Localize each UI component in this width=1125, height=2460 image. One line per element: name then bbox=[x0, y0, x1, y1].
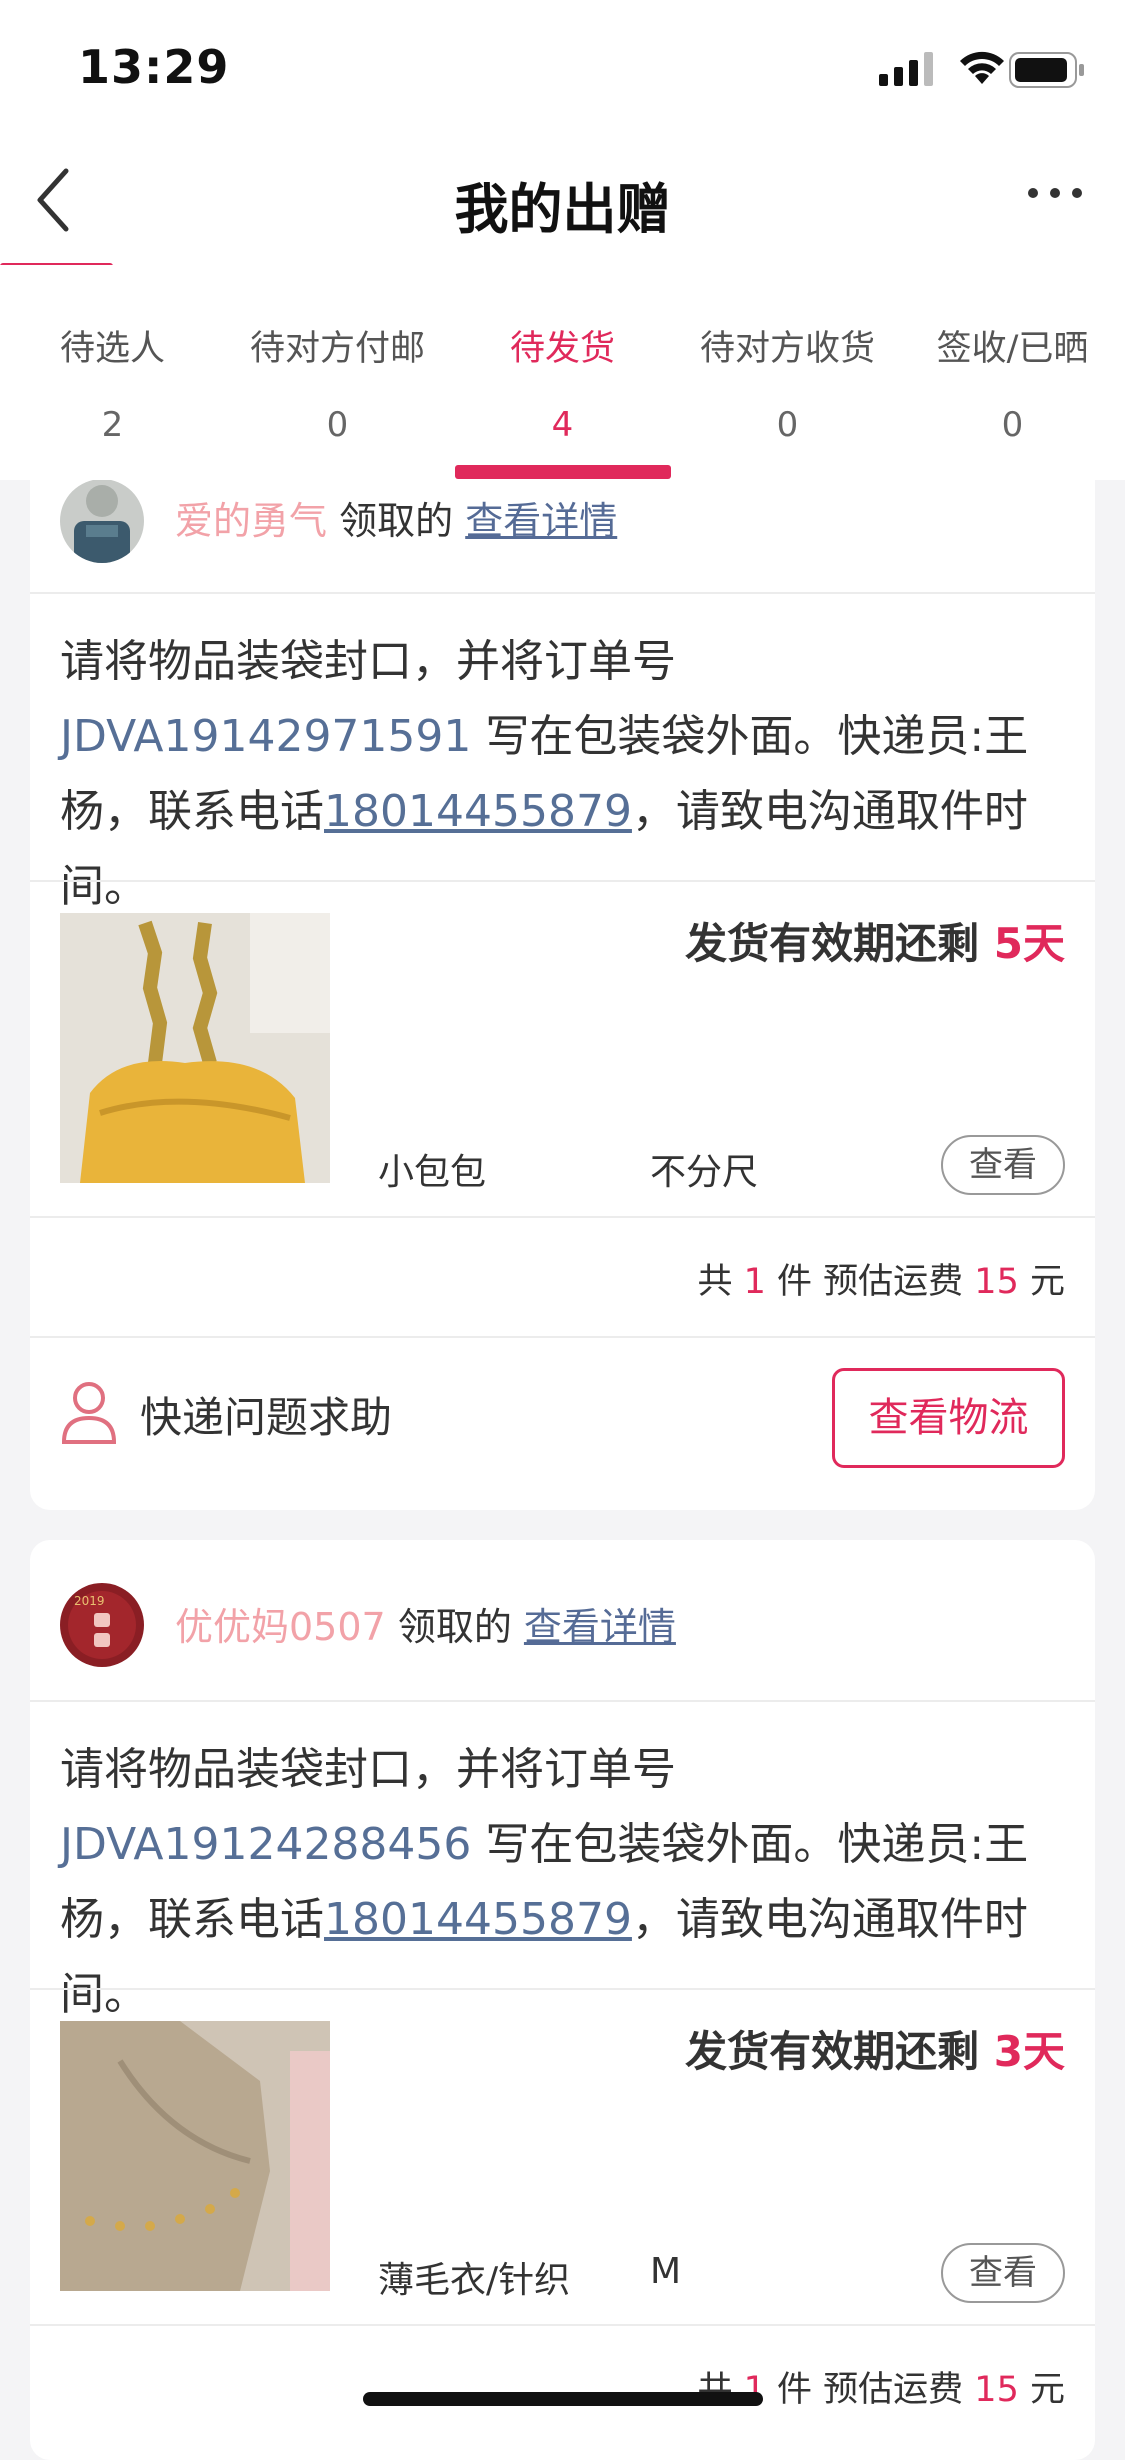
wifi-icon bbox=[960, 51, 1004, 84]
deadline-days: 5天 bbox=[993, 919, 1065, 968]
cellular-signal-icon bbox=[879, 52, 933, 86]
order-number: JDVA19142971591 bbox=[60, 711, 472, 762]
active-tab-indicator bbox=[454, 465, 671, 479]
divider bbox=[30, 592, 1095, 594]
battery-icon bbox=[1009, 52, 1084, 88]
item-thumbnail[interactable] bbox=[60, 2021, 330, 2291]
shipping-deadline: 发货有效期还剩 5天 bbox=[685, 910, 1065, 971]
navigation-bar: 我的出赠 bbox=[0, 135, 1125, 269]
order-card: 2019 优优妈0507 领取的 查看详情 请将物品装袋封口，并将订单号 JDV… bbox=[30, 1540, 1095, 2460]
instruction-text: 请将物品装袋封口，并将订单号 bbox=[60, 636, 676, 687]
tab-label: 待发货 bbox=[509, 329, 615, 369]
item-size: 不分尺 bbox=[650, 1152, 759, 1193]
user-avatar[interactable] bbox=[60, 480, 144, 563]
claimer-name[interactable]: 爱的勇气 bbox=[175, 499, 327, 543]
order-number: JDVA19124288456 bbox=[60, 1819, 472, 1870]
claim-text: 领取的 bbox=[397, 1605, 512, 1649]
user-avatar[interactable]: 2019 bbox=[60, 1583, 144, 1667]
status-tabs: 待选人 2 待对方付邮 0 待发货 4 待对方收货 0 签收/已晒 0 bbox=[0, 265, 1125, 480]
tab-label: 签收/已晒 bbox=[936, 329, 1089, 369]
deadline-label: 发货有效期还剩 bbox=[685, 919, 980, 968]
shipping-fee: 15 bbox=[974, 1262, 1019, 1302]
summary-text: 件 预估运费 bbox=[777, 2370, 964, 2410]
item-name: 薄毛衣/针织 bbox=[378, 2260, 571, 2301]
svg-text:2019: 2019 bbox=[74, 1594, 105, 1608]
tab-label: 待对方收货 bbox=[699, 329, 875, 369]
divider bbox=[30, 880, 1095, 882]
claim-text: 领取的 bbox=[339, 499, 454, 543]
summary-text: 共 bbox=[697, 1262, 733, 1302]
summary-unit: 元 bbox=[1029, 1262, 1065, 1302]
tab-pending-ship[interactable]: 待发货 4 bbox=[450, 265, 675, 480]
tab-count: 4 bbox=[551, 405, 574, 445]
view-logistics-button[interactable]: 查看物流 bbox=[832, 1368, 1065, 1468]
tab-signed-shared[interactable]: 签收/已晒 0 bbox=[900, 265, 1125, 480]
summary-unit: 元 bbox=[1029, 2370, 1065, 2410]
tab-count: 0 bbox=[1001, 405, 1024, 445]
shipping-instructions: 请将物品装袋封口，并将订单号 JDVA19124288456 写在包装袋外面。快… bbox=[60, 1732, 1070, 2032]
item-name: 小包包 bbox=[378, 1152, 487, 1193]
deadline-label: 发货有效期还剩 bbox=[685, 2027, 980, 2076]
user-help-icon[interactable] bbox=[60, 1380, 118, 1444]
order-card: 爱的勇气 领取的 查看详情 请将物品装袋封口，并将订单号 JDVA1914297… bbox=[30, 480, 1095, 1510]
view-item-button[interactable]: 查看 bbox=[941, 2243, 1065, 2303]
tab-count: 2 bbox=[101, 405, 124, 445]
view-details-link[interactable]: 查看详情 bbox=[524, 1605, 676, 1649]
page-title: 我的出赠 bbox=[454, 178, 671, 241]
item-thumbnail[interactable] bbox=[60, 913, 330, 1183]
view-details-link[interactable]: 查看详情 bbox=[465, 499, 617, 543]
shipping-fee: 15 bbox=[974, 2370, 1019, 2410]
deadline-days: 3天 bbox=[993, 2027, 1065, 2076]
divider bbox=[30, 1700, 1095, 1702]
claimer-line: 爱的勇气 领取的 查看详情 bbox=[175, 490, 617, 545]
summary-text: 件 预估运费 bbox=[777, 1262, 964, 1302]
delivery-help-link[interactable]: 快递问题求助 bbox=[140, 1384, 392, 1445]
status-time: 13:29 bbox=[78, 40, 230, 94]
claimer-line: 优优妈0507 领取的 查看详情 bbox=[175, 1596, 676, 1651]
item-size: M bbox=[650, 2251, 682, 2292]
status-bar: 13:29 bbox=[0, 0, 1125, 135]
tab-pending-receive[interactable]: 待对方收货 0 bbox=[675, 265, 900, 480]
divider bbox=[30, 1216, 1095, 1218]
tab-count: 0 bbox=[776, 405, 799, 445]
tab-pending-select[interactable]: 待选人 2 bbox=[0, 265, 225, 480]
view-item-button[interactable]: 查看 bbox=[941, 1135, 1065, 1195]
order-summary: 共 1 件 预估运费 15 元 bbox=[697, 1253, 1065, 1304]
shipping-deadline: 发货有效期还剩 3天 bbox=[685, 2018, 1065, 2079]
divider bbox=[30, 1988, 1095, 1990]
tab-pending-postage[interactable]: 待对方付邮 0 bbox=[225, 265, 450, 480]
more-icon[interactable] bbox=[1025, 183, 1085, 203]
tab-label: 待对方付邮 bbox=[249, 329, 425, 369]
divider bbox=[30, 2324, 1095, 2326]
courier-phone[interactable]: 18014455879 bbox=[324, 786, 632, 837]
home-indicator[interactable] bbox=[363, 2392, 763, 2406]
shipping-instructions: 请将物品装袋封口，并将订单号 JDVA19142971591 写在包装袋外面。快… bbox=[60, 624, 1070, 924]
tab-count: 0 bbox=[326, 405, 349, 445]
courier-phone[interactable]: 18014455879 bbox=[324, 1894, 632, 1945]
item-count: 1 bbox=[743, 1262, 766, 1302]
divider bbox=[30, 1336, 1095, 1338]
claimer-name[interactable]: 优优妈0507 bbox=[175, 1605, 386, 1649]
instruction-text: 请将物品装袋封口，并将订单号 bbox=[60, 1744, 676, 1795]
tab-label: 待选人 bbox=[59, 329, 165, 369]
